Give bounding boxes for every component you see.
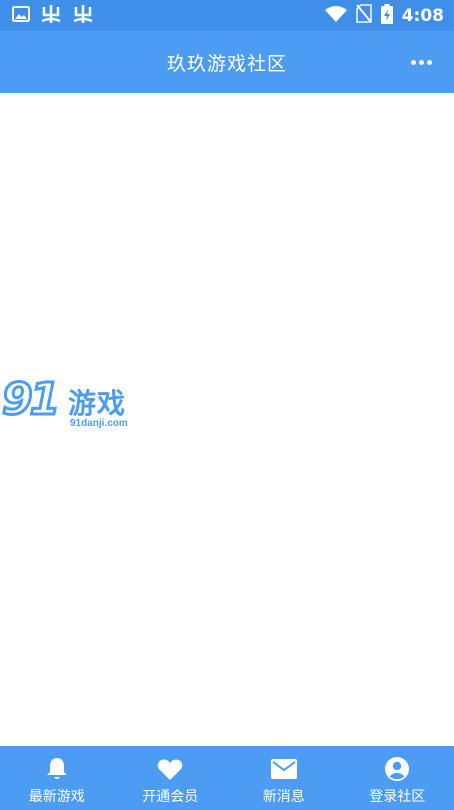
user-circle-icon [384, 756, 410, 782]
nav-label: 新消息 [262, 789, 305, 805]
page-title: 玖玖游戏社区 [166, 52, 287, 75]
status-left-icons [12, 4, 94, 27]
status-right-icons: 4:08 [324, 3, 444, 28]
more-dots-icon [411, 59, 416, 65]
status-bar: 4:08 [0, 0, 454, 31]
watermark-logo: 91 游戏 91danji.com [0, 373, 142, 434]
nav-label: 开通会员 [142, 789, 199, 805]
watermark-number: 91 [0, 373, 61, 427]
battery-charging-icon [380, 3, 393, 28]
app-bar: 玖玖游戏社区 [0, 31, 454, 93]
wifi-icon [324, 5, 347, 26]
bottom-nav: 最新游戏 开通会员 新消息 登录社区 [0, 746, 454, 810]
bug-icon [40, 4, 62, 27]
bug-icon [72, 4, 94, 27]
nav-item-login[interactable]: 登录社区 [341, 746, 454, 810]
heart-icon [157, 756, 183, 782]
bell-icon [44, 756, 70, 782]
mail-icon [270, 756, 297, 782]
watermark-url: 91danji.com [70, 418, 128, 429]
status-time: 4:08 [401, 5, 444, 26]
nav-label: 登录社区 [369, 789, 426, 805]
nav-label: 最新游戏 [28, 789, 85, 805]
image-icon [12, 5, 30, 26]
more-menu-button[interactable] [411, 47, 432, 77]
no-sim-icon [355, 4, 372, 27]
nav-item-membership[interactable]: 开通会员 [114, 746, 228, 810]
watermark-brand: 游戏 [68, 387, 127, 420]
nav-item-messages[interactable]: 新消息 [227, 746, 341, 810]
nav-item-latest-games[interactable]: 最新游戏 [0, 746, 114, 810]
